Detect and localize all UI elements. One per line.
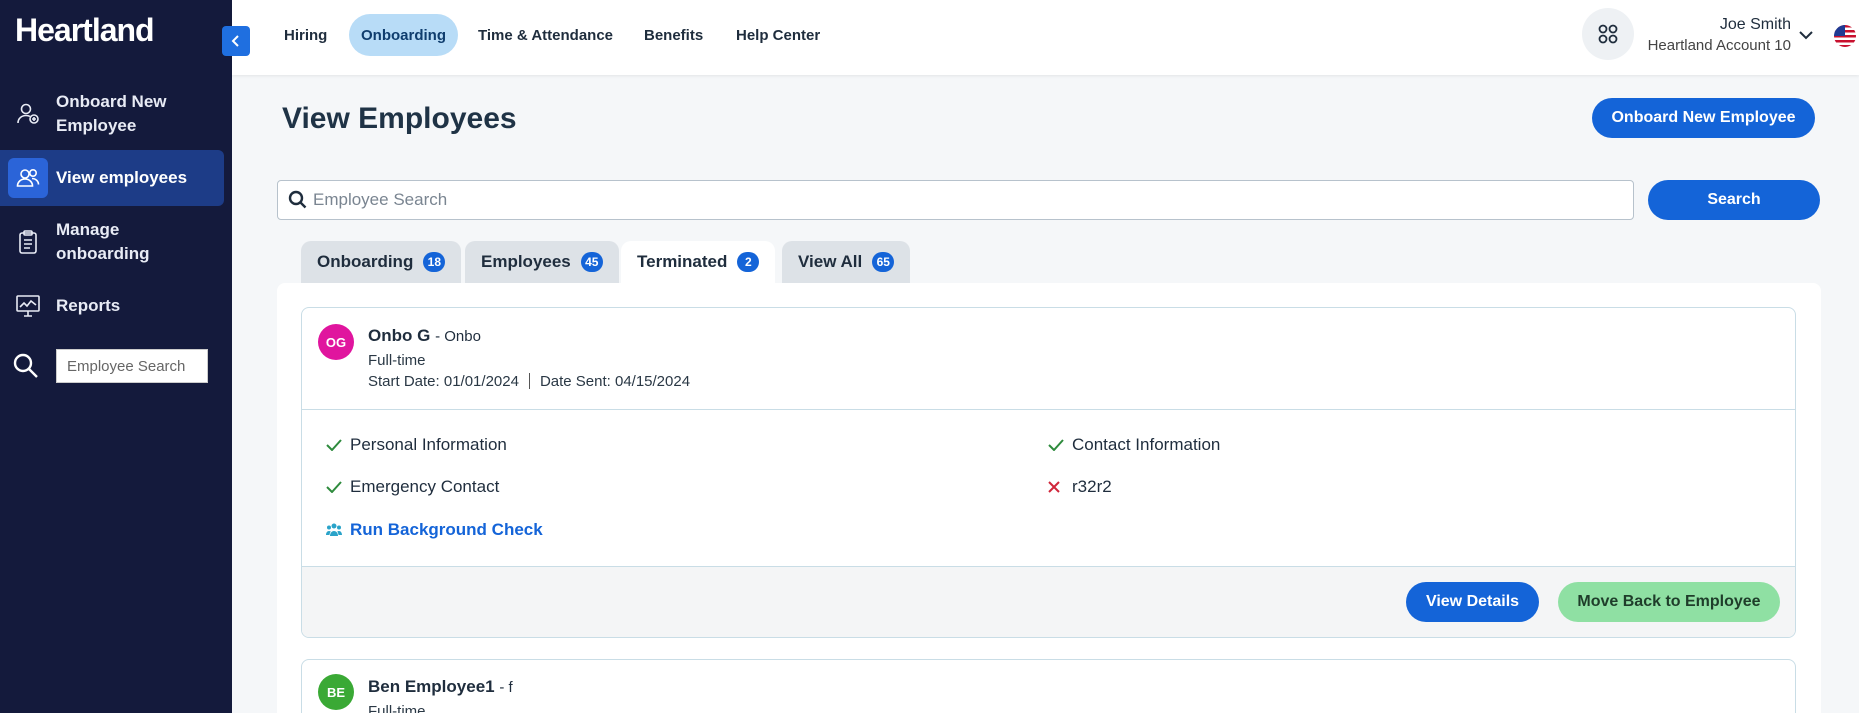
check-icon <box>326 481 350 493</box>
us-flag-icon[interactable] <box>1834 25 1856 47</box>
sidebar-item-view-employees[interactable]: View employees <box>0 150 224 206</box>
tab-view-all[interactable]: View All 65 <box>782 241 911 283</box>
search-button[interactable]: Search <box>1648 180 1820 220</box>
count-badge: 45 <box>580 252 603 272</box>
tab-help-center[interactable]: Help Center <box>724 14 832 56</box>
count-badge: 2 <box>737 252 760 272</box>
chevron-down-icon[interactable] <box>1798 27 1814 45</box>
view-details-button[interactable]: View Details <box>1406 582 1539 622</box>
user-name[interactable]: Joe Smith <box>1720 16 1791 34</box>
sidebar-item-label: Onboard New Employee <box>56 92 167 135</box>
date-sent: Date Sent: 04/15/2024 <box>539 373 691 390</box>
apps-menu-button[interactable] <box>1582 8 1634 60</box>
close-icon <box>1048 481 1072 493</box>
sidebar-item-label: Manage onboarding <box>56 220 150 263</box>
employee-suffix: - Onbo <box>435 328 481 345</box>
run-background-check-link[interactable]: Run Background Check <box>326 520 543 540</box>
apps-grid-icon <box>1598 24 1618 44</box>
search-icon <box>12 352 40 385</box>
tab-time-attendance[interactable]: Time & Attendance <box>466 14 625 56</box>
employment-type: Full-time <box>368 352 426 369</box>
count-badge: 65 <box>872 252 895 272</box>
user-add-icon <box>8 94 48 134</box>
divider <box>528 373 530 389</box>
employee-name-text: Ben Employee1 <box>368 677 495 696</box>
tab-terminated[interactable]: Terminated 2 <box>621 241 776 283</box>
move-back-to-employee-button[interactable]: Move Back to Employee <box>1558 582 1780 622</box>
employee-suffix: - f <box>499 679 513 696</box>
employee-name-text: Onbo G <box>368 326 431 345</box>
link-label: Run Background Check <box>350 520 543 539</box>
clipboard-icon <box>8 222 48 262</box>
tab-label: Terminated <box>637 252 728 271</box>
employee-dates: Start Date: 01/01/2024 Date Sent: 04/15/2… <box>368 373 690 390</box>
avatar: OG <box>318 324 354 360</box>
employee-name[interactable]: Onbo G - Onbo <box>368 326 481 346</box>
page-title: View Employees <box>282 102 517 135</box>
sidebar-item-reports[interactable]: Reports <box>0 286 224 326</box>
employee-search-field <box>277 180 1634 220</box>
account-name[interactable]: Heartland Account 10 <box>1648 37 1791 54</box>
sidebar-item-onboard-new-employee[interactable]: Onboard New Employee <box>0 88 224 140</box>
sidebar-item-manage-onboarding[interactable]: Manage onboarding <box>0 216 224 268</box>
checklist-item: Personal Information <box>326 435 507 455</box>
sidebar: Heartland Onboard New Employee View empl… <box>0 0 232 713</box>
tab-hiring[interactable]: Hiring <box>272 14 339 56</box>
collapse-sidebar-button[interactable] <box>222 26 250 56</box>
sidebar-item-label: Reports <box>56 296 121 315</box>
chart-board-icon <box>8 286 48 326</box>
card-actions: View Details Move Back to Employee <box>302 566 1795 637</box>
tab-label: Employees <box>481 252 571 271</box>
tab-benefits[interactable]: Benefits <box>632 14 715 56</box>
avatar: BE <box>318 674 354 710</box>
employee-name[interactable]: Ben Employee1 - f <box>368 677 513 697</box>
search-icon <box>288 190 307 209</box>
employee-search-input[interactable] <box>313 181 1613 219</box>
employee-card: OG Onbo G - Onbo Full-time Start Date: 0… <box>301 307 1796 638</box>
checklist-item: r32r2 <box>1048 477 1112 497</box>
tab-onboarding-employees[interactable]: Onboarding 18 <box>301 241 462 283</box>
checklist-label: r32r2 <box>1072 477 1112 496</box>
start-date: Start Date: 01/01/2024 <box>368 373 519 390</box>
divider <box>302 409 1795 410</box>
tab-label: View All <box>798 252 863 271</box>
checklist-label: Contact Information <box>1072 435 1221 454</box>
employee-card: BE Ben Employee1 - f Full-time <box>301 659 1796 713</box>
heartland-logo[interactable]: Heartland <box>15 12 155 49</box>
checklist-item: Emergency Contact <box>326 477 499 497</box>
users-icon <box>8 158 48 198</box>
people-group-icon <box>326 523 350 537</box>
count-badge: 18 <box>423 252 446 272</box>
checklist-label: Personal Information <box>350 435 507 454</box>
onboard-new-employee-button[interactable]: Onboard New Employee <box>1592 98 1815 138</box>
tab-onboarding[interactable]: Onboarding <box>349 14 458 56</box>
checklist-label: Emergency Contact <box>350 477 500 496</box>
employment-type: Full-time <box>368 703 426 713</box>
check-icon <box>326 439 350 451</box>
checklist-item: Contact Information <box>1048 435 1220 455</box>
tab-employees[interactable]: Employees 45 <box>465 241 619 283</box>
chevron-left-icon <box>231 35 239 47</box>
sidebar-item-label: View employees <box>56 168 188 187</box>
sidebar-search-input[interactable] <box>56 349 208 383</box>
tab-label: Onboarding <box>317 252 414 271</box>
check-icon <box>1048 439 1072 451</box>
